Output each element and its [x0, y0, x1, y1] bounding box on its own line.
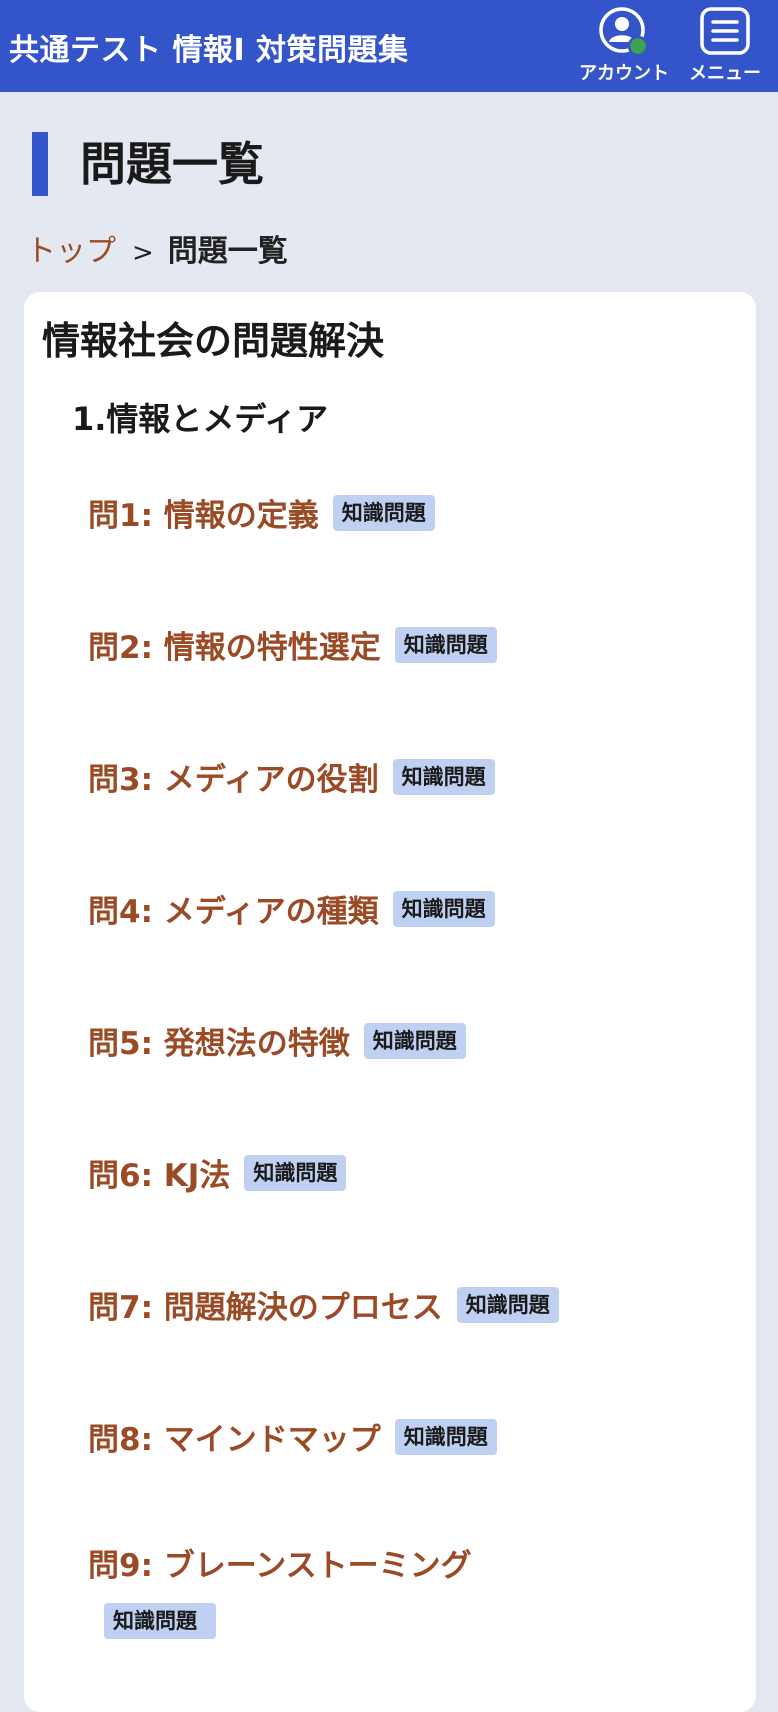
menu-label: メニュー	[689, 63, 761, 84]
problem-tag: 知識問題	[392, 758, 495, 795]
section-title: 情報社会の問題解決	[42, 319, 385, 363]
breadcrumb-current: 問題一覧	[167, 234, 288, 269]
problem-link[interactable]: 問5: 発想法の特徴	[88, 1026, 350, 1062]
breadcrumb: トップ > 問題一覧	[26, 230, 288, 275]
breadcrumb-separator: >	[132, 238, 154, 268]
account-icon	[599, 7, 649, 57]
problem-tag: 知識問題	[392, 890, 495, 927]
problem-link[interactable]: 問3: メディアの役割	[88, 762, 379, 798]
online-status-dot	[627, 35, 649, 57]
account-label: アカウント	[579, 63, 669, 84]
problem-tag: 知識問題	[394, 626, 497, 663]
problem-item: 問5: 発想法の特徴 知識問題	[88, 1018, 728, 1063]
page-title: 問題一覧	[32, 132, 264, 196]
problem-item: 問9: ブレーンストーミング知識問題	[88, 1540, 728, 1639]
problem-list-card: 情報社会の問題解決 1.情報とメディア 問1: 情報の定義 知識問題 問2: 情報…	[24, 292, 756, 1712]
app-title[interactable]: 共通テスト 情報I 対策問題集	[9, 25, 409, 69]
app-header: 共通テスト 情報I 対策問題集 アカウント メニュー	[0, 0, 778, 92]
problem-item: 問8: マインドマップ 知識問題	[88, 1414, 728, 1459]
breadcrumb-top-link[interactable]: トップ	[26, 234, 116, 269]
problem-link[interactable]: 問1: 情報の定義	[88, 498, 319, 534]
problem-tag: 知識問題	[244, 1154, 347, 1191]
problem-item: 問7: 問題解決のプロセス 知識問題	[88, 1282, 728, 1327]
problem-tag: 知識問題	[332, 494, 435, 531]
subsection-title: 1.情報とメディア	[72, 400, 329, 438]
problem-link[interactable]: 問7: 問題解決のプロセス	[88, 1290, 443, 1326]
problem-item: 問1: 情報の定義 知識問題	[88, 490, 728, 535]
problem-tag: 知識問題	[394, 1418, 497, 1455]
problem-tag: 知識問題	[363, 1022, 466, 1059]
hamburger-menu-icon	[700, 7, 750, 55]
problem-item: 問4: メディアの種類 知識問題	[88, 886, 728, 931]
problem-tag: 知識問題	[104, 1603, 216, 1639]
problem-item: 問6: KJ法 知識問題	[88, 1150, 728, 1195]
problem-link[interactable]: 問6: KJ法	[88, 1158, 230, 1194]
problem-link[interactable]: 問9: ブレーンストーミング	[88, 1548, 472, 1584]
problem-item: 問3: メディアの役割 知識問題	[88, 754, 728, 799]
problem-tag: 知識問題	[456, 1286, 559, 1323]
account-button[interactable]: アカウント	[575, 4, 673, 86]
menu-button[interactable]: メニュー	[676, 4, 774, 86]
problem-link[interactable]: 問2: 情報の特性選定	[88, 630, 381, 666]
problem-link[interactable]: 問4: メディアの種類	[88, 894, 379, 930]
problem-link[interactable]: 問8: マインドマップ	[88, 1422, 381, 1458]
problem-item: 問2: 情報の特性選定 知識問題	[88, 622, 728, 667]
